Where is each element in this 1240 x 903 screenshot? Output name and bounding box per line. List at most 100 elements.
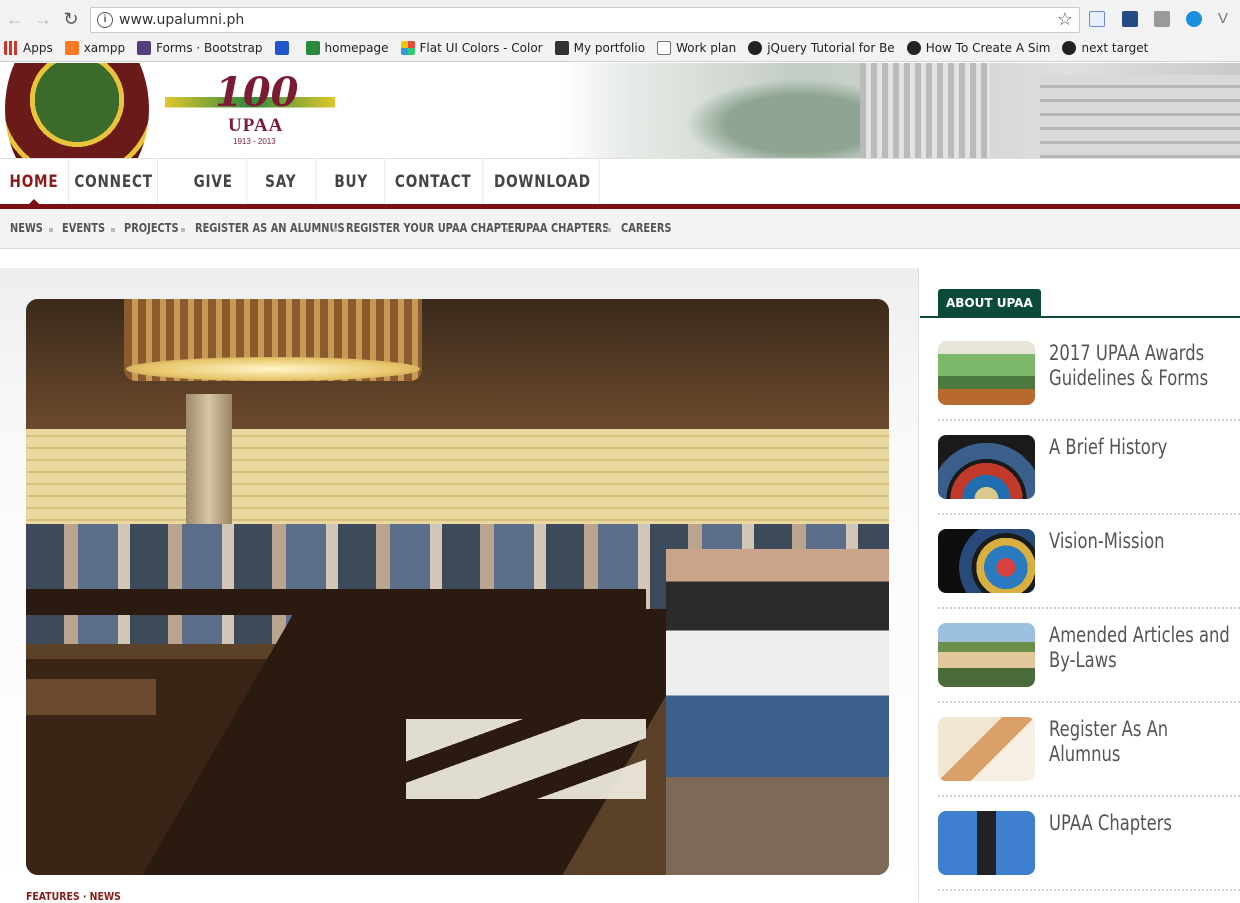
site-header: 1913 100 UPAA 1913 - 2013	[0, 63, 1240, 158]
bookmark-next-target[interactable]: next target	[1062, 41, 1148, 55]
post-category[interactable]: FEATURES · NEWS	[26, 890, 121, 903]
history-thumbnail[interactable]	[938, 435, 1035, 499]
bookmark-label: next target	[1081, 41, 1149, 55]
flat-ui-icon	[400, 41, 415, 55]
nav-connect[interactable]: CONNECT	[70, 159, 158, 205]
sidebar-item-history[interactable]: A Brief History	[938, 435, 1240, 515]
bookmark-flat-ui[interactable]: Flat UI Colors - Color	[400, 41, 543, 55]
sidebar-item-register[interactable]: Register As An Alumnus	[938, 717, 1240, 797]
photo-attendees-right	[666, 549, 889, 875]
bookmark-m[interactable]	[274, 41, 294, 55]
sidebar-item-divider	[938, 889, 1240, 891]
sidebar-item-chapters[interactable]: UPAA Chapters	[938, 811, 1240, 891]
sidebar-item-title[interactable]: A Brief History	[1049, 435, 1236, 460]
apps-grid-icon	[4, 41, 18, 55]
jquery-icon	[748, 41, 763, 55]
homepage-icon	[305, 41, 320, 55]
bookmark-label: Forms · Bootstrap	[156, 41, 263, 55]
sidebar-item-vision-mission[interactable]: Vision-Mission	[938, 529, 1240, 609]
reload-icon[interactable]: ↻	[62, 10, 80, 28]
centennial-name: UPAA	[228, 115, 284, 136]
nav-say[interactable]: SAY	[246, 159, 317, 205]
bookmark-jquery[interactable]: jQuery Tutorial for Be	[748, 41, 895, 55]
subnav-upaa-chapters[interactable]: UPAA CHAPTERS	[518, 221, 609, 235]
subnav-projects[interactable]: PROJECTS	[124, 221, 179, 235]
subnav-separator	[111, 228, 115, 232]
portfolio-icon	[554, 41, 569, 55]
sidebar-item-awards[interactable]: 2017 UPAA Awards Guidelines & Forms	[938, 341, 1240, 421]
bookmark-star-icon[interactable]: ☆	[1057, 9, 1073, 30]
sidebar-item-amended-articles[interactable]: Amended Articles and By-Laws	[938, 623, 1240, 703]
sidebar-heading-rule	[920, 316, 1240, 318]
awards-thumbnail[interactable]	[938, 341, 1035, 405]
forward-arrow-icon[interactable]: →	[34, 10, 52, 28]
subnav-separator	[607, 228, 611, 232]
bookmark-label: homepage	[324, 41, 389, 55]
bookmark-label: Work plan	[676, 41, 737, 55]
subnav-events[interactable]: EVENTS	[62, 221, 105, 235]
sidebar-item-divider	[938, 701, 1240, 703]
bookmark-homepage[interactable]: homepage	[305, 41, 389, 55]
extension-check-icon[interactable]	[1122, 11, 1138, 27]
bookmark-label: Apps	[23, 41, 53, 55]
photo-projector-table	[26, 679, 156, 715]
photo-lamp-glow	[126, 357, 420, 381]
sidebar-heading: ABOUT UPAA	[938, 289, 1041, 317]
sidebar-item-title[interactable]: Amended Articles and By-Laws	[1049, 623, 1236, 673]
bookmark-label: My portfolio	[573, 41, 646, 55]
bootstrap-icon	[137, 41, 152, 55]
bookmark-tutorial[interactable]: How To Create A Sim	[906, 41, 1051, 55]
bookmark-label: Flat UI Colors - Color	[419, 41, 543, 55]
bookmark-work-plan[interactable]: Work plan	[657, 41, 736, 55]
sidebar-item-title[interactable]: Register As An Alumnus	[1049, 717, 1236, 767]
subnav-careers[interactable]: CAREERS	[621, 221, 672, 235]
chapters-thumbnail[interactable]	[938, 811, 1035, 875]
bookmark-label: jQuery Tutorial for Be	[767, 41, 895, 55]
xampp-icon	[64, 41, 79, 55]
building-image	[860, 63, 990, 158]
vision-mission-thumbnail[interactable]	[938, 529, 1035, 593]
info-icon[interactable]: i	[97, 12, 113, 28]
register-thumbnail[interactable]	[938, 717, 1035, 781]
extension-v-icon[interactable]: V	[1218, 11, 1234, 27]
amended-articles-thumbnail[interactable]	[938, 623, 1035, 687]
centennial-logo[interactable]: 100 UPAA 1913 - 2013	[165, 63, 335, 146]
bookmark-xampp[interactable]: xampp	[64, 41, 125, 55]
extension-icon[interactable]	[1089, 11, 1105, 27]
subnav-news[interactable]: NEWS	[10, 221, 43, 235]
subnav-register-alumnus[interactable]: REGISTER AS AN ALUMNUS	[195, 221, 345, 235]
sidebar-item-divider	[938, 513, 1240, 515]
extension-sync-icon[interactable]	[1186, 11, 1202, 27]
subnav-separator	[181, 228, 185, 232]
centennial-years: 1913 - 2013	[233, 137, 276, 146]
sidebar-item-divider	[938, 607, 1240, 609]
subnav-register-chapter[interactable]: REGISTER YOUR UPAA CHAPTER	[346, 221, 522, 235]
extension-grid-icon[interactable]	[1154, 11, 1170, 27]
sidebar-item-title[interactable]: UPAA Chapters	[1049, 811, 1236, 836]
nav-download[interactable]: DOWNLOAD	[486, 159, 600, 205]
sidebar-item-title[interactable]: 2017 UPAA Awards Guidelines & Forms	[1049, 341, 1236, 391]
photo-papers	[406, 719, 646, 799]
bookmark-bootstrap[interactable]: Forms · Bootstrap	[137, 41, 263, 55]
nav-buy[interactable]: BUY	[318, 159, 386, 205]
bookmark-label: How To Create A Sim	[925, 41, 1051, 55]
address-bar[interactable]: i www.upalumni.ph ☆	[90, 7, 1080, 33]
sidebar-item-title[interactable]: Vision-Mission	[1049, 529, 1236, 554]
bookmarks-bar: Apps xampp Forms · Bootstrap homepage Fl…	[4, 38, 1160, 58]
back-arrow-icon[interactable]: ←	[6, 10, 24, 28]
m-icon	[274, 41, 289, 55]
nav-give[interactable]: GIVE	[180, 159, 248, 205]
browser-nav-buttons: ← → ↻	[6, 10, 80, 28]
featured-photo[interactable]	[26, 299, 889, 875]
bookmark-apps[interactable]: Apps	[4, 41, 53, 55]
upaa-seal-logo[interactable]: 1913	[5, 63, 149, 158]
bookmark-portfolio[interactable]: My portfolio	[554, 41, 646, 55]
tutorial-icon	[906, 41, 921, 55]
browser-chrome: ← → ↻ i www.upalumni.ph ☆ V Apps xampp F…	[0, 0, 1240, 62]
nav-contact[interactable]: CONTACT	[384, 159, 484, 205]
header-banner-image	[560, 63, 1240, 158]
address-bar-url[interactable]: www.upalumni.ph	[119, 12, 244, 28]
subnav-separator	[505, 228, 509, 232]
subnav-separator	[333, 228, 337, 232]
sidebar-item-divider	[938, 419, 1240, 421]
